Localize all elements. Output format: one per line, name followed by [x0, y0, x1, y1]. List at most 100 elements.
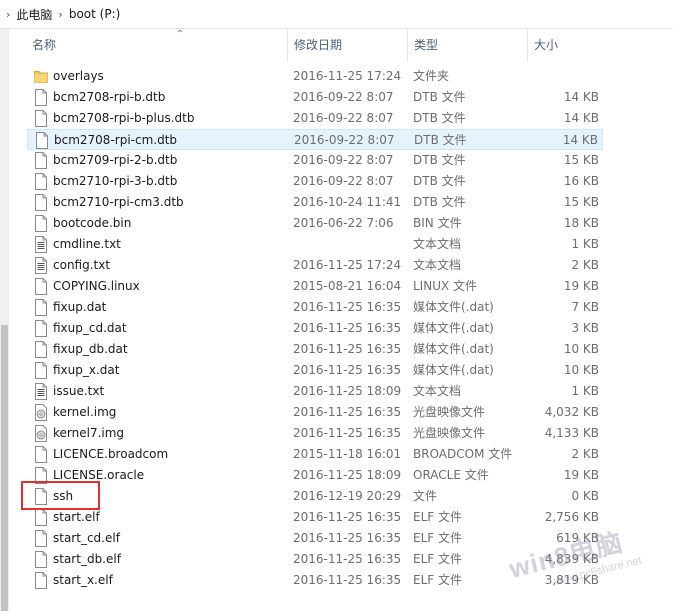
file-name: start_db.elf: [53, 552, 121, 566]
file-name: start.elf: [53, 510, 100, 524]
file-date: 2016-11-25 17:24: [293, 258, 402, 272]
file-row[interactable]: fixup_db.dat 2016-11-25 16:35 媒体文件(.dat) 10…: [27, 339, 603, 360]
file-size: 14 KB: [563, 90, 599, 104]
column-header-size-label: 大小: [534, 38, 559, 52]
file-date: 2016-11-25 16:35: [293, 426, 402, 440]
file-icon: [34, 215, 48, 232]
file-size: 3 KB: [571, 321, 599, 335]
file-type: LINUX 文件: [413, 279, 478, 293]
file-row[interactable]: start_cd.elf 2016-11-25 16:35 ELF 文件 619 KB: [27, 528, 603, 549]
file-type: 媒体文件(.dat): [413, 300, 494, 314]
file-row[interactable]: bcm2708-rpi-b.dtb 2016-09-22 8:07 DTB 文件 14…: [27, 87, 603, 108]
file-size: 2,756 KB: [544, 510, 599, 524]
file-row[interactable]: LICENSE.oracle 2016-11-25 18:09 ORACLE 文件 1…: [27, 465, 603, 486]
file-date: 2016-11-25 16:35: [293, 573, 402, 587]
vertical-scrollbar[interactable]: [0, 29, 9, 611]
column-header-name[interactable]: 名称 ⌃: [26, 29, 288, 62]
file-date: 2016-09-22 8:07: [293, 90, 394, 104]
column-header-row: 名称 ⌃ 修改日期 类型 大小: [10, 29, 673, 62]
file-icon: [34, 551, 48, 568]
file-date: 2016-09-22 8:07: [294, 133, 395, 147]
breadcrumb-boot-drive[interactable]: boot (P:): [69, 7, 120, 21]
file-date: 2016-11-25 18:09: [293, 384, 402, 398]
file-size: 1 KB: [571, 237, 599, 251]
file-name: fixup_db.dat: [53, 342, 128, 356]
file-name: start_x.elf: [53, 573, 113, 587]
file-icon: [34, 278, 48, 295]
file-date: 2016-11-25 16:35: [293, 321, 402, 335]
chevron-right-icon[interactable]: ›: [58, 8, 62, 21]
file-row[interactable]: bcm2710-rpi-3-b.dtb 2016-09-22 8:07 DTB 文件…: [27, 171, 603, 192]
file-name: bcm2710-rpi-cm3.dtb: [53, 195, 184, 209]
file-icon: [34, 89, 48, 106]
file-name: bcm2708-rpi-b-plus.dtb: [53, 111, 195, 125]
file-size: 19 KB: [563, 279, 599, 293]
file-name: kernel.img: [53, 405, 117, 419]
file-date: 2016-10-24 11:41: [293, 195, 402, 209]
column-header-date[interactable]: 修改日期: [288, 29, 408, 62]
column-header-type[interactable]: 类型: [408, 29, 528, 62]
file-row[interactable]: overlays 2016-11-25 17:24 文件夹: [27, 66, 603, 87]
file-date: 2016-12-19 20:29: [293, 489, 402, 503]
file-type: ELF 文件: [413, 531, 462, 545]
file-icon: [34, 362, 48, 379]
file-name: start_cd.elf: [53, 531, 120, 545]
file-date: 2016-11-25 16:35: [293, 510, 402, 524]
file-size: 14 KB: [562, 133, 598, 147]
file-type: 媒体文件(.dat): [413, 321, 494, 335]
file-row[interactable]: start.elf 2016-11-25 16:35 ELF 文件 2,756 KB: [27, 507, 603, 528]
file-type: 文本文档: [413, 384, 462, 398]
file-name: overlays: [53, 69, 104, 83]
file-type: ELF 文件: [413, 510, 462, 524]
file-date: 2016-11-25 17:24: [293, 69, 402, 83]
file-size: 7 KB: [571, 300, 599, 314]
file-row[interactable]: bcm2710-rpi-cm3.dtb 2016-10-24 11:41 DTB 文…: [27, 192, 603, 213]
file-name: cmdline.txt: [53, 237, 121, 251]
file-row[interactable]: kernel.img 2016-11-25 16:35 光盘映像文件 4,032 KB: [27, 402, 603, 423]
file-type: DTB 文件: [413, 90, 466, 104]
file-row[interactable]: bcm2709-rpi-2-b.dtb 2016-09-22 8:07 DTB 文件…: [27, 150, 603, 171]
file-row[interactable]: bcm2708-rpi-cm.dtb 2016-09-22 8:07 DTB 文件 1…: [27, 129, 603, 150]
file-name: fixup_cd.dat: [53, 321, 127, 335]
column-header-size[interactable]: 大小: [528, 29, 608, 62]
file-icon: [35, 132, 49, 149]
file-row[interactable]: bcm2708-rpi-b-plus.dtb 2016-09-22 8:07 DTB…: [27, 108, 603, 129]
file-row[interactable]: LICENCE.broadcom 2015-11-18 16:01 BROADCOM…: [27, 444, 603, 465]
file-row[interactable]: fixup.dat 2016-11-25 16:35 媒体文件(.dat) 7 KB: [27, 297, 603, 318]
column-header-name-label: 名称: [32, 38, 57, 52]
file-icon: [34, 194, 48, 211]
folder-icon: [34, 68, 48, 85]
file-row[interactable]: kernel7.img 2016-11-25 16:35 光盘映像文件 4,133 K…: [27, 423, 603, 444]
file-row[interactable]: issue.txt 2016-11-25 18:09 文本文档 1 KB: [27, 381, 603, 402]
scrollbar-thumb[interactable]: [1, 325, 8, 611]
file-type: DTB 文件: [413, 174, 466, 188]
file-type: DTB 文件: [413, 111, 466, 125]
file-row[interactable]: ssh 2016-12-19 20:29 文件 0 KB: [27, 486, 603, 507]
file-icon: [34, 173, 48, 190]
file-name: bcm2709-rpi-2-b.dtb: [53, 153, 178, 167]
chevron-right-icon[interactable]: ›: [6, 8, 10, 21]
file-date: 2016-11-25 16:35: [293, 363, 402, 377]
file-icon: [34, 110, 48, 127]
file-row[interactable]: fixup_cd.dat 2016-11-25 16:35 媒体文件(.dat) 3 …: [27, 318, 603, 339]
address-bar: › 此电脑 › boot (P:): [0, 0, 673, 29]
file-date: 2016-11-25 16:35: [293, 342, 402, 356]
file-date: 2016-11-25 16:35: [293, 531, 402, 545]
file-size: 14 KB: [563, 111, 599, 125]
file-row[interactable]: config.txt 2016-11-25 17:24 文本文档 2 KB: [27, 255, 603, 276]
file-name: issue.txt: [53, 384, 105, 398]
file-row[interactable]: fixup_x.dat 2016-11-25 16:35 媒体文件(.dat) 10 …: [27, 360, 603, 381]
file-row[interactable]: bootcode.bin 2016-06-22 7:06 BIN 文件 18 KB: [27, 213, 603, 234]
file-size: 18 KB: [563, 216, 599, 230]
file-row[interactable]: cmdline.txt 文本文档 1 KB: [27, 234, 603, 255]
file-type: ELF 文件: [413, 552, 462, 566]
breadcrumb-this-pc[interactable]: 此电脑: [16, 6, 52, 23]
file-type: 媒体文件(.dat): [413, 342, 494, 356]
file-date: 2016-11-25 18:09: [293, 468, 402, 482]
file-type: ORACLE 文件: [413, 468, 489, 482]
file-date: 2016-11-25 16:35: [293, 552, 402, 566]
column-header-type-label: 类型: [414, 38, 439, 52]
file-row[interactable]: COPYING.linux 2015-08-21 16:04 LINUX 文件 19 …: [27, 276, 603, 297]
file-size: 10 KB: [563, 363, 599, 377]
file-date: 2016-09-22 8:07: [293, 111, 394, 125]
